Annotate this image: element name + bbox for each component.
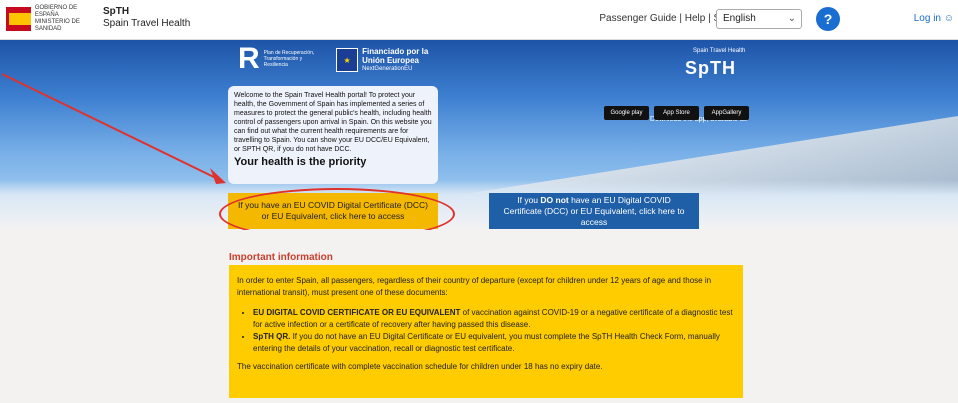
chevron-down-icon: ⌄ [787, 13, 796, 24]
app-gallery-badge[interactable]: AppGallery [704, 106, 749, 120]
bullet1-bold: EU DIGITAL COVID CERTIFICATE OR EU EQUIV… [253, 308, 461, 317]
info-intro: In order to enter Spain, all passengers,… [237, 276, 712, 297]
list-item: EU DIGITAL COVID CERTIFICATE OR EU EQUIV… [253, 307, 735, 331]
spth-logo-text: SpTH [685, 58, 736, 78]
eu-title: Financiado por la Unión Europea [362, 46, 429, 65]
priority-heading: Your health is the priority [234, 156, 367, 168]
important-info-box: In order to enter Spain, all passengers,… [229, 265, 743, 398]
bullet2-bold: SpTH QR. [253, 332, 291, 341]
spain-flag-icon [6, 7, 31, 31]
spth-logo-caption: Spain Travel Health [693, 48, 746, 54]
language-select[interactable]: English ⌄ [716, 9, 802, 29]
app-full-name: Spain Travel Health [103, 18, 191, 29]
top-bar: GOBIERNO DE ESPAÑA MINISTERIO DE SANIDAD… [0, 0, 958, 40]
info-footer: The vaccination certificate with complet… [237, 362, 603, 371]
google-play-badge[interactable]: Google play [604, 106, 649, 120]
help-icon[interactable]: ? [816, 7, 840, 31]
plan-text: Plan de Recuperación, Transformación y R… [263, 50, 315, 68]
spth-logo: Spain Travel Health SpTH [665, 46, 775, 86]
app-brand[interactable]: SpTH Spain Travel Health [103, 6, 190, 30]
no-dcc-prefix: If you [517, 194, 541, 205]
important-info-title: Important information [229, 252, 333, 263]
eu-flag-icon: ★ [336, 48, 359, 72]
language-value: English [723, 13, 756, 24]
login-link[interactable]: Log in ☺ [914, 13, 954, 24]
list-item: SpTH QR. If you do not have an EU Digita… [253, 331, 735, 355]
info-list: EU DIGITAL COVID CERTIFICATE OR EU EQUIV… [237, 307, 735, 355]
login-label: Log in [913, 13, 941, 24]
app-short-name: SpTH [103, 6, 130, 17]
bullet2-rest: If you do not have an EU Digital Certifi… [253, 332, 720, 353]
user-icon: ☺ [943, 13, 954, 24]
app-store-badge[interactable]: App Store [654, 106, 699, 120]
eu-funding-logo: ★ Financiado por la Unión Europea NextGe… [336, 47, 446, 73]
gov-line-2: MINISTERIO DE SANIDAD [34, 19, 80, 32]
store-badges: Google play App Store AppGallery [604, 106, 749, 120]
government-logo[interactable]: GOBIERNO DE ESPAÑA MINISTERIO DE SANIDAD [6, 5, 92, 32]
annotation-arrow [1, 73, 226, 184]
gov-line-1: GOBIERNO DE ESPAÑA [34, 5, 78, 18]
no-dcc-button[interactable]: If you DO not have an EU Digital COVID C… [489, 193, 699, 229]
welcome-text: Welcome to the Spain Travel Health porta… [234, 92, 432, 153]
eu-subtitle: NextGenerationEU [362, 65, 413, 72]
no-dcc-bold: DO not [540, 194, 569, 205]
